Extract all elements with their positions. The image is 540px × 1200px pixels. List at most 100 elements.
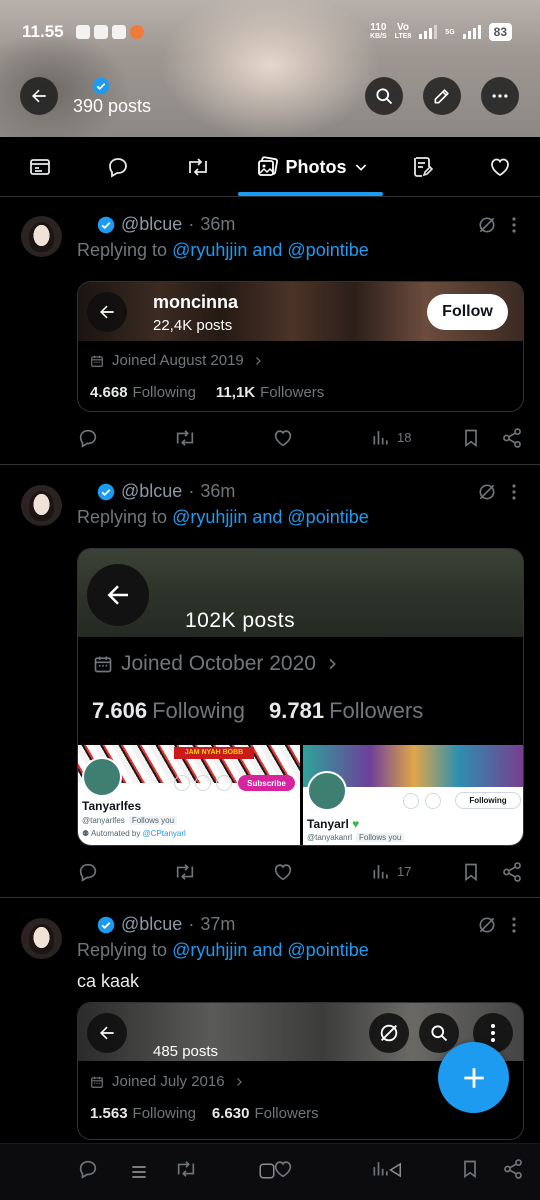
mini-profile-name: Tanyarl ♥ [307, 817, 360, 831]
replying-to: Replying to @ryuhjjin and @pointibe [77, 940, 369, 960]
replying-to: Replying to @ryuhjjin and @pointibe [77, 240, 369, 260]
recent-apps-icon[interactable] [129, 1162, 149, 1182]
card-joined: Joined August 2019 [90, 352, 264, 369]
tweet-actions: 18 [77, 427, 525, 451]
compose-button[interactable] [438, 1042, 509, 1113]
retweet-icon[interactable] [174, 1158, 198, 1180]
chevron-right-icon [255, 356, 261, 365]
like-button[interactable] [272, 427, 294, 449]
profile-screenshot-card[interactable]: moncinna 22,4K posts Follow Joined Augus… [77, 281, 524, 412]
search-button[interactable] [365, 77, 403, 115]
more-button[interactable] [481, 77, 519, 115]
share-button[interactable] [501, 427, 523, 449]
bookmark-icon[interactable] [460, 1158, 480, 1180]
verified-badge-icon [97, 483, 115, 500]
tweet-meta: @blcue · 37m [97, 914, 235, 935]
reply-icon[interactable] [77, 1158, 99, 1180]
edit-button[interactable] [423, 77, 461, 115]
verified-badge-icon [97, 916, 115, 933]
reply-button[interactable] [77, 427, 99, 449]
heart-icon [274, 430, 292, 447]
card-profile-name: moncinna [153, 292, 239, 312]
network-type: 5G [445, 28, 455, 36]
bookmark-button[interactable] [461, 427, 481, 449]
avatar[interactable] [21, 216, 62, 257]
mini-profile-name: Tanyarlfes [82, 799, 142, 813]
signal-icon-2 [462, 25, 481, 39]
tab-retweets[interactable] [178, 137, 218, 197]
mention-link[interactable]: @pointibe [287, 507, 368, 527]
share-button[interactable] [501, 861, 523, 883]
tab-photos[interactable]: Photos [240, 137, 384, 197]
battery-icon: 83 [488, 23, 512, 41]
avatar[interactable] [21, 485, 62, 526]
bookmark-icon [465, 429, 477, 448]
active-tab-indicator [238, 192, 383, 196]
retweet-button[interactable] [173, 427, 197, 449]
retweet-icon [176, 430, 194, 446]
calendar-icon [94, 656, 112, 673]
subscribe-button: Subscribe [238, 775, 295, 791]
tab-articles[interactable] [20, 137, 60, 197]
signal-icon [419, 25, 438, 39]
heart-icon[interactable] [272, 1158, 294, 1180]
net-speed: 110 KB/S [369, 22, 387, 41]
share-icon[interactable] [502, 1158, 524, 1180]
card-joined: Joined July 2016 [90, 1073, 245, 1090]
chevron-right-icon [236, 1077, 242, 1086]
mention-link[interactable]: @ryuhjjin [172, 240, 247, 260]
tweet[interactable]: @blcue · 36m Replying to @ryuhjjin and @… [0, 465, 540, 898]
plus-icon [463, 1067, 484, 1088]
follow-button: Follow [427, 294, 508, 330]
profile-header: 11.55 110 KB/S Vo LTE8 5G 83 390 posts [0, 0, 540, 137]
heart-icon [274, 864, 292, 881]
avatar [307, 771, 347, 811]
back-nav-icon[interactable] [386, 1161, 404, 1179]
tab-photos-label: Photos [285, 156, 347, 177]
notification-icons [75, 25, 144, 39]
tweet[interactable]: @blcue · 36m Replying to @ryuhjjin and @… [0, 198, 540, 465]
following-button: Following [455, 792, 521, 809]
views-icon [373, 865, 388, 879]
grok-icon[interactable] [477, 215, 497, 235]
tweet-time: 36m [200, 214, 236, 234]
back-button[interactable] [20, 77, 58, 115]
status-time: 11.55 [22, 22, 64, 41]
views-button[interactable]: 17 [371, 861, 411, 881]
tweet-handle[interactable]: @blcue [121, 481, 182, 502]
like-button[interactable] [272, 861, 294, 883]
search-icon [376, 88, 393, 105]
mention-link[interactable]: @pointibe [287, 240, 368, 260]
header-posts-count: 390 posts [73, 96, 152, 116]
grok-icon[interactable] [477, 482, 497, 502]
card-posts-count: 485 posts [153, 1043, 219, 1060]
tweet-more-icon[interactable] [511, 216, 517, 234]
mention-link[interactable]: @pointibe [287, 940, 368, 960]
tab-highlights[interactable] [402, 137, 442, 197]
bookmark-button[interactable] [461, 861, 481, 883]
tweet-more-icon[interactable] [511, 483, 517, 501]
reply-button[interactable] [77, 861, 99, 883]
tweet-more-icon[interactable] [511, 916, 517, 934]
search-icon [431, 1025, 448, 1042]
grok-icon[interactable] [477, 915, 497, 935]
tab-likes[interactable] [480, 137, 520, 197]
card-posts-count: 102K posts [185, 609, 296, 632]
tweet-meta: @blcue · 36m [97, 214, 235, 235]
profile-screenshot-card[interactable]: 102K posts Joined October 2020 7.606 Foll… [77, 548, 524, 846]
views-button[interactable]: 18 [371, 427, 411, 447]
tweet-handle[interactable]: @blcue [121, 914, 182, 935]
tab-replies[interactable] [98, 137, 138, 197]
avatar[interactable] [21, 918, 62, 959]
card-back-button [87, 292, 127, 332]
card-joined: Joined October 2020 [93, 652, 340, 676]
mention-link[interactable]: @ryuhjjin [172, 507, 247, 527]
mention-link[interactable]: @ryuhjjin [172, 940, 247, 960]
chevron-down-icon [355, 164, 366, 171]
tweet-handle[interactable]: @blcue [121, 214, 182, 235]
card-grok-button [369, 1013, 409, 1053]
retweet-button[interactable] [173, 861, 197, 883]
back-arrow-icon [32, 89, 46, 103]
status-bar: 11.55 110 KB/S Vo LTE8 5G 83 [22, 20, 512, 44]
back-arrow-icon [100, 1026, 114, 1040]
